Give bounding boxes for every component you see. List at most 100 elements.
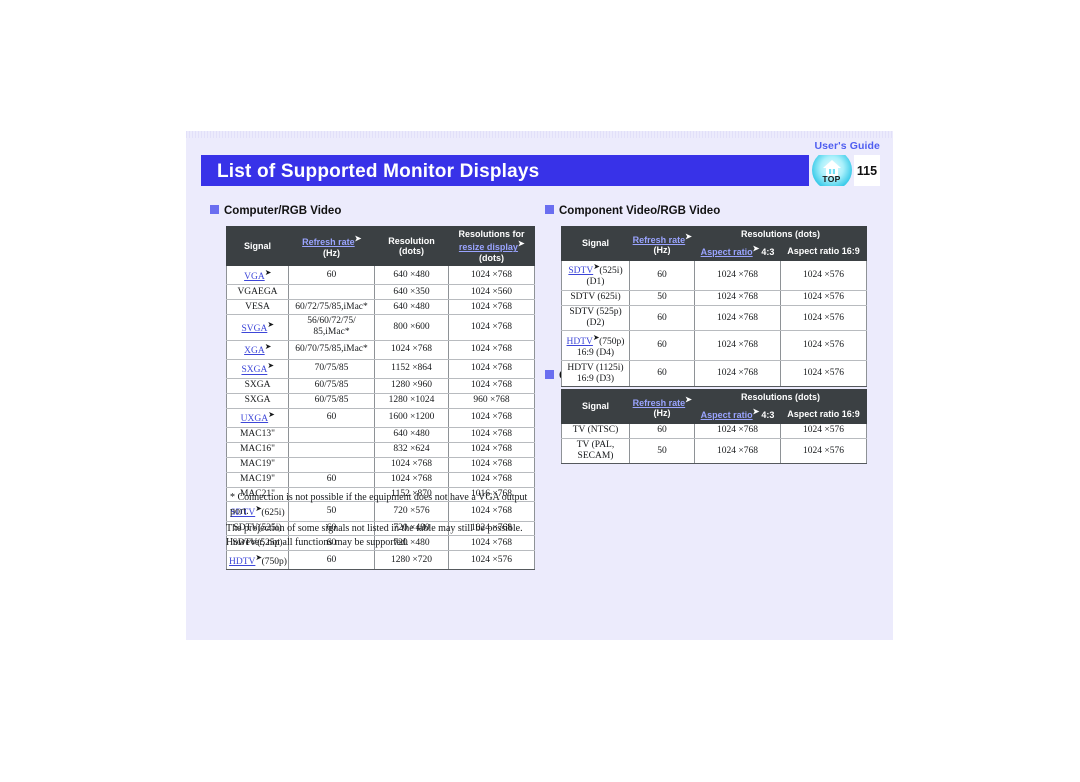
col-header-resize-display: Resolutions for resize display➤ (dots) — [448, 225, 535, 267]
glossary-link-sdtv[interactable]: SDTV — [568, 266, 593, 276]
col-header-refresh-rate: Refresh rate➤ (Hz) — [629, 389, 695, 424]
table-row: HDTV (1125i) 16:9 (D3) 60 1024 ×768 1024 ×57… — [561, 360, 867, 388]
cell-aspect-4-3: 1024 ×768 — [694, 289, 781, 306]
glossary-link-uxga[interactable]: UXGA — [241, 414, 268, 424]
table-row: TV (NTSC) 60 1024 ×768 1024 ×576 — [561, 422, 867, 439]
cell-refresh-rate: 60/70/75/85,iMac* — [288, 339, 375, 360]
cell-aspect-16-9: 1024 ×576 — [780, 304, 867, 332]
cell-resize-resolution: 1024 ×768 — [448, 441, 535, 458]
section-heading-computer-rgb-label: Computer/RGB Video — [224, 205, 342, 217]
glossary-marker-icon: ➤ — [354, 234, 362, 244]
glossary-marker-icon: ➤ — [593, 262, 600, 272]
cell-signal: MAC13" — [226, 426, 289, 443]
footnote-vga-output: * Connection is not possible if the equi… — [230, 492, 528, 517]
aspect-4-3-value: 4:3 — [761, 410, 775, 421]
cell-resize-resolution: 1024 ×768 — [448, 339, 535, 360]
glossary-marker-icon: ➤ — [592, 332, 600, 342]
glossary-marker-icon: ➤ — [517, 239, 525, 249]
glossary-link-hdtv[interactable]: HDTV — [229, 557, 255, 567]
table-row: SDTV (625i) 50 1024 ×768 1024 ×576 — [561, 289, 867, 306]
glossary-marker-icon: ➤ — [685, 394, 692, 404]
glossary-link-refresh-rate[interactable]: Refresh rate — [302, 237, 355, 247]
cell-signal-sub: SECAM) — [577, 451, 614, 462]
cell-refresh-rate — [288, 284, 375, 301]
cell-resolution: 1280 ×720 — [374, 550, 449, 571]
glossary-link-refresh-rate[interactable]: Refresh rate — [633, 398, 686, 408]
cell-signal: SXGA — [226, 392, 289, 409]
cell-aspect-16-9: 1024 ×576 — [780, 437, 867, 465]
cell-aspect-16-9: 1024 ×576 — [780, 330, 867, 362]
aspect-4-3-value: 4:3 — [761, 247, 775, 258]
cell-resolution: 1024 ×768 — [374, 471, 449, 488]
cell-signal[interactable]: SDTV➤(525i) (D1) — [561, 259, 630, 291]
cell-signal[interactable]: HDTV➤(750p) 16:9 (D4) — [561, 330, 630, 362]
glossary-link-svga[interactable]: SVGA — [241, 324, 267, 334]
cell-refresh-rate: 60 — [288, 265, 375, 286]
table-row: UXGA➤ 60 1600 ×1200 1024 ×768 — [226, 407, 535, 428]
cell-signal: TV (PAL, SECAM) — [561, 437, 630, 465]
glossary-link-sxga[interactable]: SXGA — [241, 366, 267, 376]
cell-signal[interactable]: UXGA➤ — [226, 407, 289, 428]
computer-rgb-table: Signal Refresh rate➤ (Hz) Resolution (do… — [226, 225, 535, 571]
cell-resize-resolution: 1024 ×768 — [448, 426, 535, 443]
cell-resize-resolution: 1024 ×768 — [448, 313, 535, 341]
top-button[interactable]: TOP — [809, 155, 854, 186]
cell-resize-resolution: 1024 ×768 — [448, 299, 535, 315]
cell-signal[interactable]: XGA➤ — [226, 339, 289, 360]
cell-signal: HDTV (1125i) 16:9 (D3) — [561, 360, 630, 388]
glossary-link-aspect-ratio[interactable]: Aspect ratio — [701, 247, 753, 257]
cell-signal[interactable]: VGA➤ — [226, 265, 289, 286]
glossary-link-aspect-ratio[interactable]: Aspect ratio — [701, 410, 753, 420]
cell-refresh-rate: 70/75/85 — [288, 358, 375, 379]
cell-signal-sub: (D1) — [586, 277, 605, 288]
col-header-resolutions: Resolutions (dots) — [694, 388, 867, 406]
table-header-row: Signal Refresh rate➤ (Hz) Resolutions (d… — [561, 225, 867, 261]
table-row: VGA➤ 60 640 ×480 1024 ×768 — [226, 265, 535, 286]
cell-resolution: 1024 ×768 — [374, 456, 449, 473]
top-label: TOP — [822, 174, 841, 184]
glossary-link-hdtv[interactable]: HDTV — [567, 337, 593, 347]
cell-signal[interactable]: SXGA➤ — [226, 358, 289, 379]
glossary-link-resize-display[interactable]: resize display — [459, 242, 518, 252]
col-header-refresh-unit: (Hz) — [323, 247, 340, 258]
cell-refresh-rate — [288, 456, 375, 473]
cell-refresh-rate — [288, 441, 375, 458]
cell-refresh-rate: 60 — [629, 259, 695, 291]
col-header-resolution: Resolution (dots) — [374, 225, 449, 267]
component-video-table-body: SDTV➤(525i) (D1) 60 1024 ×768 1024 ×576 SDTV … — [561, 259, 867, 388]
cell-signal-sub: (D2) — [586, 318, 605, 329]
cell-aspect-16-9: 1024 ×576 — [780, 289, 867, 306]
cell-signal-sub: 16:9 (D4) — [576, 348, 615, 359]
col-header-resize-prefix: Resolutions for — [458, 229, 525, 239]
col-header-signal: Signal — [226, 225, 289, 267]
cell-refresh-rate: 50 — [629, 437, 695, 465]
glossary-link-xga[interactable]: XGA — [244, 346, 265, 356]
table-row: HDTV➤(750p) 16:9 (D4) 60 1024 ×768 1024 ×576 — [561, 330, 867, 362]
glossary-marker-icon: ➤ — [267, 361, 274, 371]
cell-signal[interactable]: SVGA➤ — [226, 313, 289, 341]
col-header-refresh-rate: Refresh rate➤ (Hz) — [288, 225, 375, 267]
section-heading-computer-rgb: Computer/RGB Video — [210, 205, 341, 217]
cell-resolution: 1280 ×960 — [374, 377, 449, 394]
composite-video-table: Signal Refresh rate➤ (Hz) Resolutions (d… — [561, 388, 867, 465]
cell-signal-sub: 16:9 (D3) — [576, 373, 615, 384]
glossary-link-vga[interactable]: VGA — [244, 272, 265, 282]
page-top-texture — [186, 131, 893, 138]
cell-resolution: 640 ×480 — [374, 299, 449, 315]
table-row: MAC13" 640 ×480 1024 ×768 — [226, 426, 535, 443]
cell-resize-resolution: 1024 ×768 — [448, 358, 535, 379]
table-row: SXGA 60/75/85 1280 ×960 1024 ×768 — [226, 377, 535, 394]
cell-signal: SDTV (525p) (D2) — [561, 304, 630, 332]
cell-signal: MAC19" — [226, 456, 289, 473]
col-header-refresh-rate: Refresh rate➤ (Hz) — [629, 226, 695, 261]
glossary-link-refresh-rate[interactable]: Refresh rate — [633, 235, 686, 245]
col-header-refresh-unit: (Hz) — [653, 407, 671, 418]
cell-refresh-rate — [288, 426, 375, 443]
cell-signal: MAC16" — [226, 441, 289, 458]
table-row: SXGA➤ 70/75/85 1152 ×864 1024 ×768 — [226, 358, 535, 379]
cell-signal[interactable]: HDTV➤(750p) — [226, 550, 289, 571]
cell-resolution: 1152 ×864 — [374, 358, 449, 379]
cell-aspect-4-3: 1024 ×768 — [694, 330, 781, 362]
col-header-aspect-16-9: Aspect ratio 16:9 — [780, 241, 867, 261]
cell-refresh-rate: 60/75/85 — [288, 392, 375, 409]
